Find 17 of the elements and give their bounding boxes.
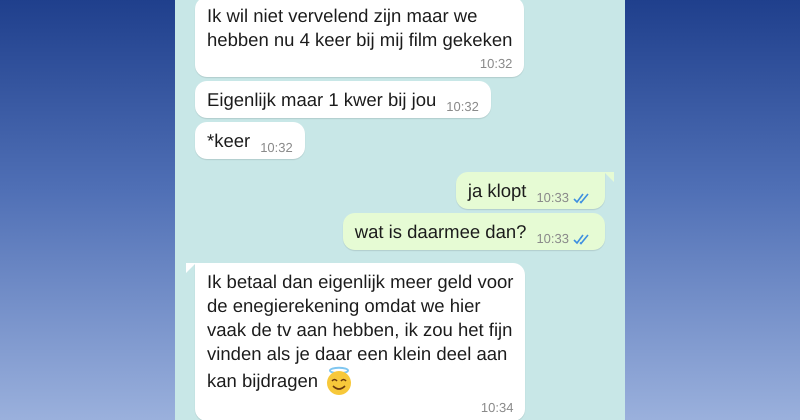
- message-time: 10:32: [480, 56, 512, 71]
- message-time: 10:33: [536, 231, 569, 246]
- message-text: kan bijdragen: [207, 369, 318, 393]
- message-text: vinden als je daar een klein deel aan: [207, 342, 508, 366]
- message-text: Eigenlijk maar 1 kwer bij jou: [207, 88, 436, 112]
- message-time: 10:32: [446, 99, 479, 114]
- message-text: hebben nu 4 keer bij mij film gekeken: [207, 28, 512, 52]
- message-text: wat is daarmee dan?: [354, 220, 526, 244]
- message-time: 10:34: [480, 400, 514, 415]
- message-time: 10:32: [260, 140, 293, 155]
- message-text: *keer: [207, 129, 250, 153]
- message-text: de enegierekening omdat we hier: [207, 294, 482, 318]
- message-time: 10:33: [536, 190, 569, 205]
- message-text: Ik betaal dan eigenlijk meer geld voor: [207, 270, 514, 294]
- message-text: Ik wil niet vervelend zijn maar we: [207, 4, 478, 28]
- message-text: ja klopt: [468, 179, 526, 203]
- message-text: vaak de tv aan hebben, ik zou het fijn: [207, 318, 514, 342]
